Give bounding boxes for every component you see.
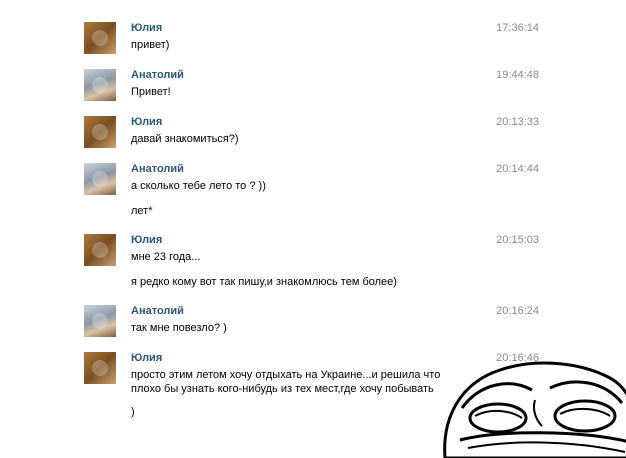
message-text: плохо бы узнать кого-нибудь из тех мест,…	[131, 383, 434, 395]
author-name[interactable]: Юлия	[131, 234, 162, 246]
message-text: давай знакомиться?)	[131, 133, 239, 145]
message-time: 17:36:14	[496, 22, 539, 34]
message-text: просто этим летом хочу отдыхать на Украи…	[131, 369, 441, 381]
avatar[interactable]	[84, 305, 116, 337]
author-name[interactable]: Юлия	[131, 116, 162, 128]
avatar[interactable]	[84, 22, 116, 54]
author-name[interactable]: Юлия	[131, 352, 162, 364]
avatar[interactable]	[84, 116, 116, 148]
message-text: так мне повезло? )	[131, 322, 227, 334]
author-name[interactable]: Юлия	[131, 22, 162, 34]
troll-face-image	[443, 361, 626, 458]
message-text: Привет!	[131, 86, 171, 98]
avatar[interactable]	[84, 352, 116, 384]
avatar[interactable]	[84, 69, 116, 101]
author-name[interactable]: Анатолий	[131, 69, 184, 81]
message-text: мне 23 года...	[131, 251, 201, 263]
author-name[interactable]: Анатолий	[131, 163, 184, 175]
message-text: а сколько тебе лето то ? ))	[131, 180, 266, 192]
author-name[interactable]: Анатолий	[131, 305, 184, 317]
message-text: привет)	[131, 39, 170, 51]
message-time: 19:44:48	[496, 69, 539, 81]
avatar[interactable]	[84, 163, 116, 195]
message-time: 20:14:44	[496, 163, 539, 175]
message-text: я редко кому вот так пишу,и знакомлюсь т…	[131, 276, 397, 288]
message-text: )	[131, 406, 135, 418]
message-time: 20:16:24	[496, 305, 539, 317]
message-time: 20:15:03	[496, 234, 539, 246]
avatar[interactable]	[84, 234, 116, 266]
message-text: лет*	[131, 205, 153, 217]
message-time: 20:13:33	[496, 116, 539, 128]
